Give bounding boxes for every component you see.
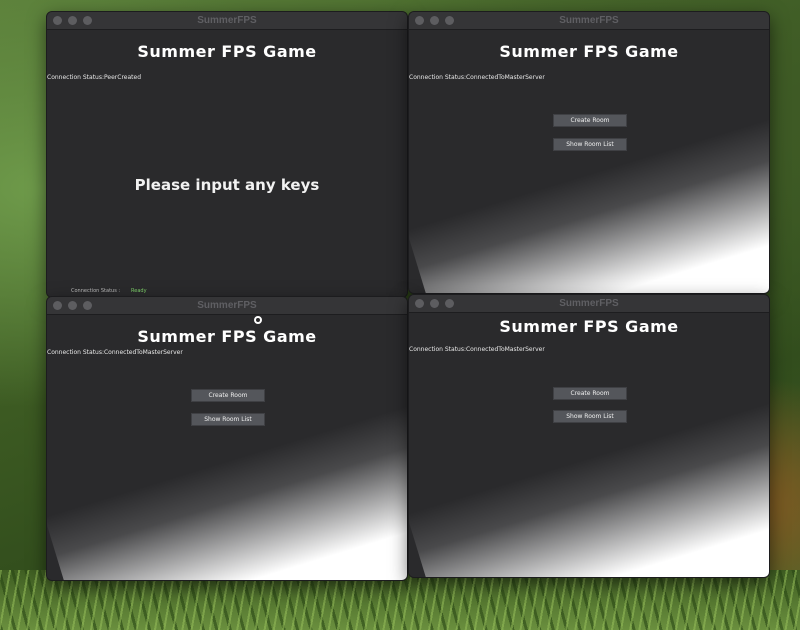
game-window-2[interactable]: SummerFPS Summer FPS Game Connection Sta… <box>408 11 770 294</box>
show-room-list-button[interactable]: Show Room List <box>553 138 627 151</box>
game-viewport[interactable]: Summer FPS Game Connection Status:PeerCr… <box>47 30 407 297</box>
bottom-status-value: Ready <box>131 288 147 294</box>
game-title: Summer FPS Game <box>499 42 679 61</box>
create-room-button[interactable]: Create Room <box>553 114 627 127</box>
connection-status: Connection Status:PeerCreated <box>47 74 141 81</box>
create-room-button[interactable]: Create Room <box>191 389 265 402</box>
create-room-button[interactable]: Create Room <box>553 387 627 400</box>
game-viewport[interactable]: Summer FPS Game Connection Status:Connec… <box>409 313 769 577</box>
game-title: Summer FPS Game <box>499 317 679 336</box>
show-room-list-button[interactable]: Show Room List <box>553 410 627 423</box>
connection-status: Connection Status:ConnectedToMasterServe… <box>47 349 183 356</box>
game-window-3[interactable]: SummerFPS Summer FPS Game Connection Sta… <box>46 296 408 581</box>
game-viewport[interactable]: Summer FPS Game Connection Status:Connec… <box>409 30 769 293</box>
connection-status: Connection Status:ConnectedToMasterServe… <box>409 74 545 81</box>
window-title: SummerFPS <box>559 15 619 26</box>
mouse-cursor-icon <box>254 316 262 324</box>
window-title: SummerFPS <box>559 298 619 309</box>
window-titlebar[interactable]: SummerFPS <box>47 12 407 30</box>
window-title: SummerFPS <box>197 300 257 311</box>
game-title: Summer FPS Game <box>137 42 317 61</box>
window-title: SummerFPS <box>197 15 257 26</box>
game-window-4[interactable]: SummerFPS Summer FPS Game Connection Sta… <box>408 294 770 578</box>
window-titlebar[interactable]: SummerFPS <box>409 295 769 313</box>
connection-status: Connection Status:ConnectedToMasterServe… <box>409 346 545 353</box>
window-titlebar[interactable]: SummerFPS <box>47 297 407 315</box>
game-title: Summer FPS Game <box>137 327 317 346</box>
bottom-status-label: Connection Status : <box>71 288 121 294</box>
show-room-list-button[interactable]: Show Room List <box>191 413 265 426</box>
window-titlebar[interactable]: SummerFPS <box>409 12 769 30</box>
game-window-1[interactable]: SummerFPS Summer FPS Game Connection Sta… <box>46 11 408 298</box>
input-prompt: Please input any keys <box>134 176 320 194</box>
game-viewport[interactable]: Summer FPS Game Connection Status:Connec… <box>47 315 407 580</box>
